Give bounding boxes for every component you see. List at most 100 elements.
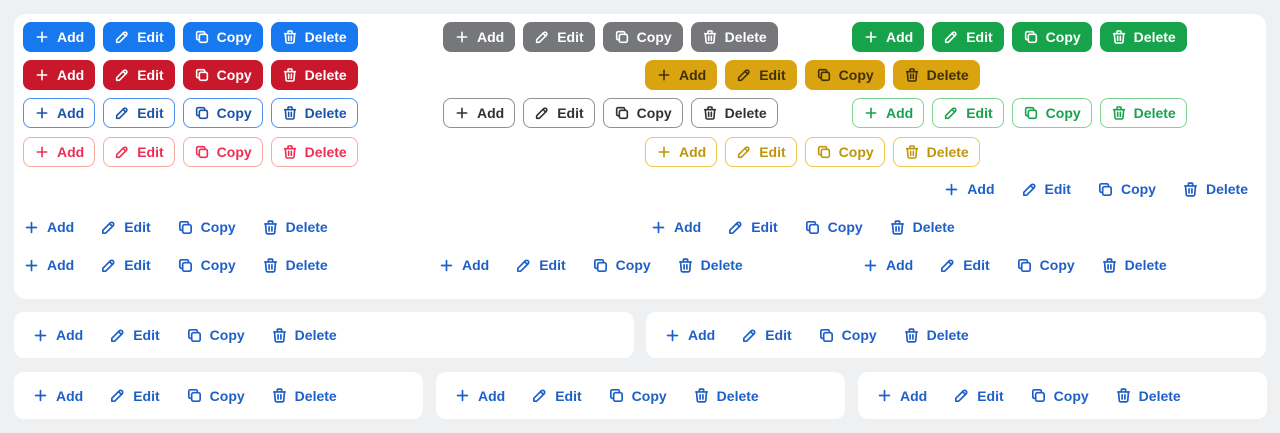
copy-button[interactable]: Copy (182, 60, 263, 90)
copy-button[interactable]: Copy (592, 254, 651, 276)
add-button[interactable]: Add (32, 385, 83, 407)
add-button[interactable]: Add (443, 22, 516, 52)
delete-button[interactable]: Delete (262, 254, 328, 276)
edit-button[interactable]: Edit (103, 60, 175, 90)
edit-button[interactable]: Edit (109, 385, 160, 407)
delete-button[interactable]: Delete (1101, 254, 1167, 276)
delete-button-label: Delete (912, 219, 955, 235)
delete-button[interactable]: Delete (1182, 178, 1248, 200)
delete-button-label: Delete (294, 327, 337, 343)
edit-button-label: Edit (759, 144, 786, 160)
plus-icon (664, 327, 681, 344)
edit-button[interactable]: Edit (531, 385, 582, 407)
delete-button[interactable]: Delete (270, 60, 358, 90)
edit-button[interactable]: Edit (103, 98, 175, 128)
delete-button-label: Delete (304, 29, 347, 45)
edit-button[interactable]: Edit (725, 137, 797, 167)
delete-button[interactable]: Delete (1115, 385, 1181, 407)
copy-button[interactable]: Copy (1030, 385, 1089, 407)
delete-button[interactable]: Delete (892, 60, 980, 90)
delete-button[interactable]: Delete (693, 385, 759, 407)
copy-button-label: Copy (216, 67, 252, 83)
copy-button[interactable]: Copy (186, 324, 245, 346)
add-button[interactable]: Add (664, 324, 715, 346)
delete-button[interactable]: Delete (271, 385, 337, 407)
add-button[interactable]: Add (454, 385, 505, 407)
edit-button[interactable]: Edit (953, 385, 1004, 407)
delete-button[interactable]: Delete (270, 137, 358, 167)
edit-button[interactable]: Edit (523, 22, 595, 52)
copy-button[interactable]: Copy (177, 254, 236, 276)
add-button[interactable]: Add (876, 385, 927, 407)
edit-button[interactable]: Edit (932, 22, 1004, 52)
text-blue-button-group: Add Edit Copy Delete (650, 216, 955, 238)
delete-button[interactable]: Delete (1099, 98, 1187, 128)
delete-button-label: Delete (285, 219, 328, 235)
copy-button[interactable]: Copy (804, 137, 885, 167)
copy-button[interactable]: Copy (177, 216, 236, 238)
edit-button[interactable]: Edit (932, 98, 1004, 128)
delete-button[interactable]: Delete (690, 22, 778, 52)
edit-button[interactable]: Edit (523, 98, 595, 128)
delete-button[interactable]: Delete (677, 254, 743, 276)
copy-button[interactable]: Copy (1097, 178, 1156, 200)
plus-icon (876, 387, 893, 404)
copy-button[interactable]: Copy (608, 385, 667, 407)
add-button[interactable]: Add (23, 22, 96, 52)
copy-button[interactable]: Copy (182, 22, 263, 52)
pencil-icon (943, 105, 959, 121)
delete-button[interactable]: Delete (270, 98, 358, 128)
copy-button[interactable]: Copy (182, 98, 263, 128)
add-button[interactable]: Add (32, 324, 83, 346)
copy-button[interactable]: Copy (1016, 254, 1075, 276)
add-button[interactable]: Add (852, 98, 925, 128)
copy-button[interactable]: Copy (804, 60, 885, 90)
add-button[interactable]: Add (23, 98, 96, 128)
add-button[interactable]: Add (943, 178, 995, 200)
copy-button[interactable]: Copy (186, 385, 245, 407)
copy-button-label: Copy (209, 387, 245, 404)
copy-button[interactable]: Copy (818, 324, 877, 346)
pencil-icon (736, 67, 752, 83)
edit-button[interactable]: Edit (939, 254, 990, 276)
edit-button[interactable]: Edit (103, 137, 175, 167)
edit-button[interactable]: Edit (109, 324, 160, 346)
add-button[interactable]: Add (645, 60, 718, 90)
add-button[interactable]: Add (23, 137, 96, 167)
edit-button[interactable]: Edit (100, 216, 151, 238)
add-button[interactable]: Add (862, 254, 913, 276)
copy-button[interactable]: Copy (602, 22, 683, 52)
delete-button[interactable]: Delete (271, 324, 337, 346)
copy-button[interactable]: Copy (1011, 22, 1092, 52)
edit-button[interactable]: Edit (515, 254, 566, 276)
delete-button[interactable]: Delete (262, 216, 328, 238)
edit-button[interactable]: Edit (1021, 178, 1071, 200)
add-button[interactable]: Add (23, 216, 74, 238)
add-button[interactable]: Add (23, 60, 96, 90)
add-button[interactable]: Add (443, 98, 516, 128)
edit-button[interactable]: Edit (725, 60, 797, 90)
delete-button[interactable]: Delete (270, 22, 358, 52)
delete-button[interactable]: Delete (690, 98, 778, 128)
copy-button[interactable]: Copy (804, 216, 863, 238)
add-button[interactable]: Add (852, 22, 925, 52)
delete-button[interactable]: Delete (903, 324, 969, 346)
add-button[interactable]: Add (650, 216, 701, 238)
add-button[interactable]: Add (438, 254, 489, 276)
edit-button-label: Edit (1044, 181, 1071, 197)
delete-button[interactable]: Delete (892, 137, 980, 167)
trash-icon (282, 105, 298, 121)
edit-button[interactable]: Edit (100, 254, 151, 276)
add-button[interactable]: Add (645, 137, 718, 167)
edit-button[interactable]: Edit (727, 216, 778, 238)
copy-button[interactable]: Copy (1011, 98, 1092, 128)
plus-icon (23, 257, 40, 274)
edit-button[interactable]: Edit (741, 324, 792, 346)
add-button[interactable]: Add (23, 254, 74, 276)
edit-button[interactable]: Edit (103, 22, 175, 52)
delete-button[interactable]: Delete (889, 216, 955, 238)
copy-button[interactable]: Copy (602, 98, 683, 128)
plus-icon (34, 144, 50, 160)
copy-button[interactable]: Copy (182, 137, 263, 167)
delete-button[interactable]: Delete (1099, 22, 1187, 52)
